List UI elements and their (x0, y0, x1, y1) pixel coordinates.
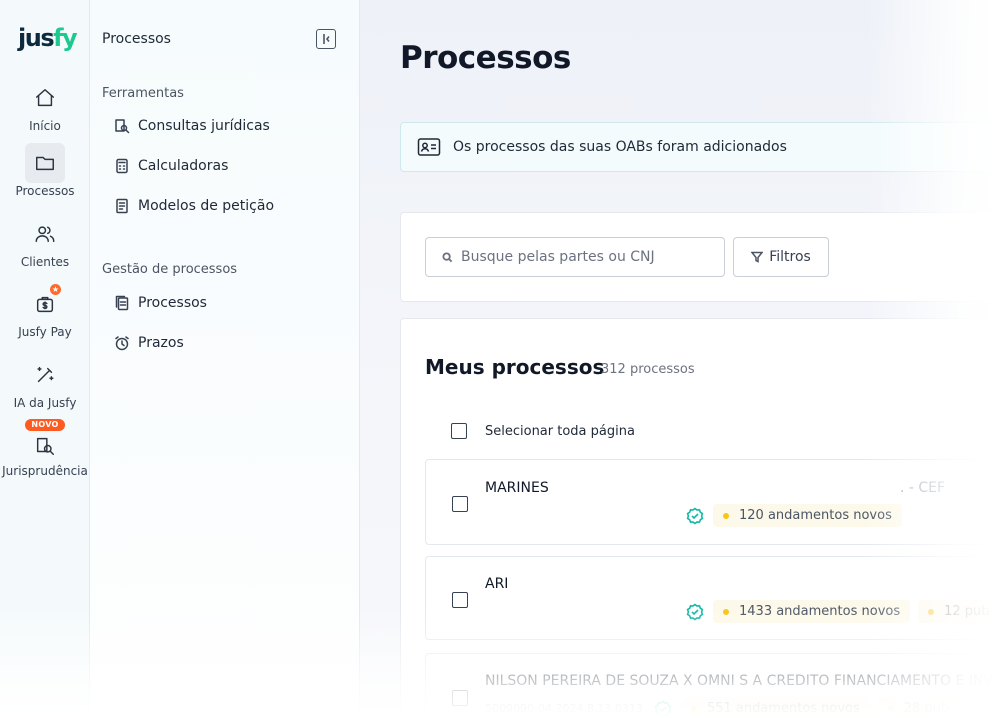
process-title: MARINES (485, 480, 549, 496)
verified-badge-icon (653, 699, 673, 718)
nav-item-prazos[interactable]: Prazos (114, 335, 184, 351)
alarm-clock-icon (115, 336, 129, 351)
wallet-icon: ★ (25, 284, 65, 324)
verified-badge-icon (685, 506, 705, 526)
search-icon (442, 251, 453, 262)
users-icon (25, 214, 65, 254)
rail-item-processos[interactable]: Processos (0, 143, 90, 198)
nav-item-modelos-peticao[interactable]: Modelos de petição (114, 198, 274, 214)
publications-tag: 28 pub (877, 697, 960, 718)
id-card-icon (417, 138, 441, 156)
row-checkbox[interactable] (452, 592, 468, 608)
section-label-gestao: Gestão de processos (102, 262, 238, 277)
process-row[interactable]: NILSON PEREIRA DE SOUZA X OMNI S A CREDI… (425, 653, 997, 718)
search-card: Filtros (400, 212, 997, 302)
document-icon (116, 198, 128, 214)
book-search-icon (25, 429, 65, 463)
new-movements-tag: 1433 andamentos novos (713, 600, 911, 623)
process-row[interactable]: ARI 1433 andamentos novos 12 pub (425, 556, 997, 640)
nav-item-processos[interactable]: Processos (114, 295, 207, 311)
folder-icon (25, 143, 65, 183)
filter-icon (751, 251, 764, 263)
home-icon (25, 78, 65, 118)
process-title-suffix: . - CEF (900, 480, 946, 496)
nav-item-calculadoras[interactable]: Calculadoras (114, 158, 228, 174)
secondary-nav-panel: Processos Ferramentas Consultas jurídica… (90, 0, 360, 718)
process-title: NILSON PEREIRA DE SOUZA X OMNI S A CREDI… (485, 673, 997, 689)
main-content: Processos Os processos das suas OABs for… (360, 0, 997, 718)
process-meta: 5009090-04.2024.8.13.0313 551 andamentos… (485, 697, 960, 718)
list-title: Meus processos (425, 355, 605, 379)
panel-title: Processos (102, 31, 171, 47)
publications-tag: 12 pub (918, 600, 997, 623)
process-count: 312 processos (601, 362, 695, 377)
filters-button[interactable]: Filtros (733, 237, 829, 277)
row-checkbox[interactable] (452, 690, 468, 706)
oab-notice-banner: Os processos das suas OABs foram adicion… (400, 122, 997, 172)
search-input[interactable] (461, 249, 701, 265)
collapse-panel-button[interactable] (316, 29, 336, 49)
collapse-icon (323, 34, 330, 44)
new-feature-dot: ★ (50, 284, 61, 295)
novo-badge: NOVO (0, 417, 90, 431)
process-meta: 120 andamentos novos (685, 504, 902, 527)
icon-rail: jusfy Início Processos Clientes ★ Jusfy … (0, 0, 90, 718)
verified-badge-icon (685, 602, 705, 622)
rail-item-inicio[interactable]: Início (0, 78, 90, 133)
rail-item-clientes[interactable]: Clientes (0, 214, 90, 269)
section-label-ferramentas: Ferramentas (102, 86, 184, 101)
page-title: Processos (400, 40, 571, 76)
nav-item-consultas-juridicas[interactable]: Consultas jurídicas (114, 118, 270, 134)
process-title: ARI (485, 576, 509, 592)
new-movements-tag: 120 andamentos novos (713, 504, 902, 527)
rail-item-ia-jusfy[interactable]: IA da Jusfy (0, 355, 90, 410)
documents-icon (115, 295, 129, 311)
rail-item-jusfy-pay[interactable]: ★ Jusfy Pay (0, 284, 90, 339)
rail-item-jurisprudencia[interactable]: NOVO Jurisprudência (0, 417, 90, 478)
calculator-icon (116, 158, 128, 174)
process-meta: 1433 andamentos novos 12 pub (685, 600, 997, 623)
row-checkbox[interactable] (452, 496, 468, 512)
process-list-card: Meus processos 312 processos Selecionar … (400, 318, 997, 718)
notice-text: Os processos das suas OABs foram adicion… (453, 139, 787, 155)
search-box[interactable] (425, 237, 725, 277)
new-movements-tag: 551 andamentos novos (680, 697, 870, 718)
document-search-icon (115, 119, 130, 134)
case-number: 5009090-04.2024.8.13.0313 (485, 702, 643, 715)
magic-wand-icon (25, 355, 65, 395)
process-row[interactable]: MARINES . - CEF 120 andamentos novos (425, 459, 997, 545)
jusfy-logo[interactable]: jusfy (18, 24, 78, 52)
select-all-row[interactable]: Selecionar toda página (451, 423, 635, 439)
select-all-checkbox[interactable] (451, 423, 467, 439)
